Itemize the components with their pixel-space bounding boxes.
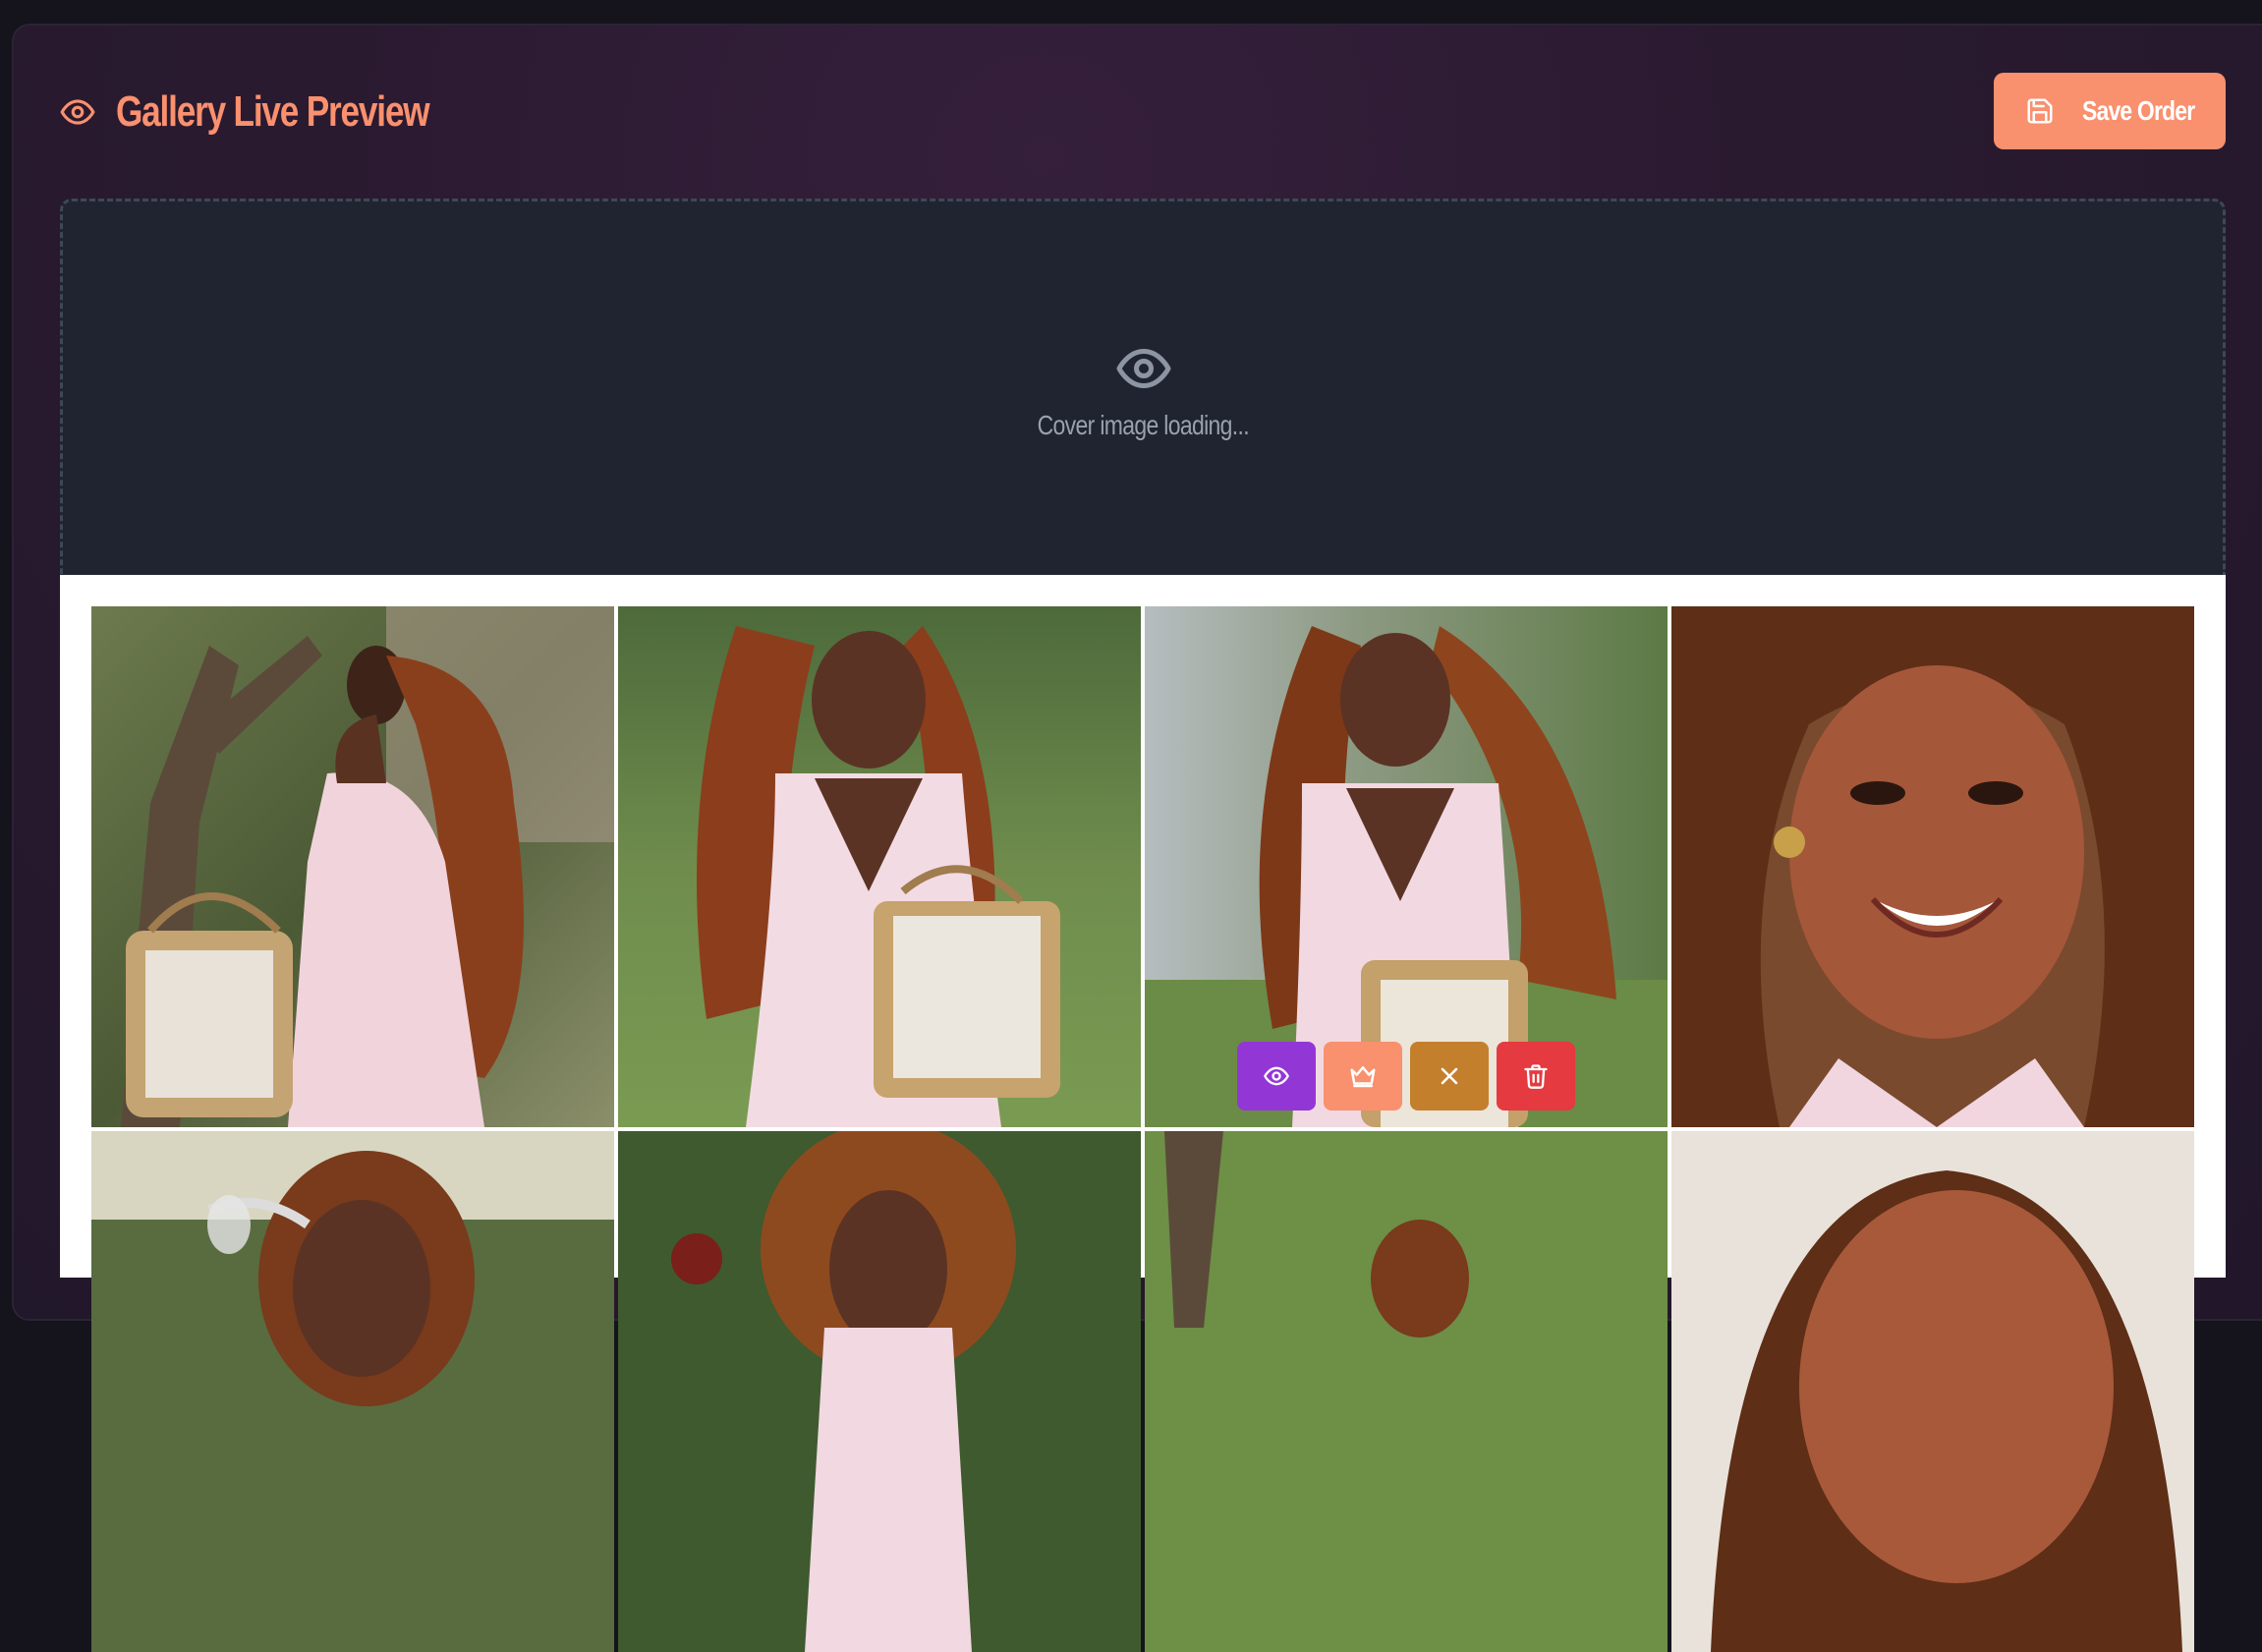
eye-icon bbox=[59, 92, 98, 132]
panel-header: Gallery Live Preview bbox=[59, 73, 507, 151]
crown-icon bbox=[1348, 1061, 1378, 1091]
photo-hover-actions bbox=[1237, 1042, 1575, 1111]
eye-icon bbox=[1263, 1062, 1290, 1090]
gallery-photo[interactable] bbox=[1145, 1131, 1668, 1652]
save-order-button[interactable]: Save Order bbox=[1994, 73, 2226, 149]
save-icon bbox=[2025, 96, 2055, 126]
photo-image bbox=[618, 1131, 1141, 1652]
set-cover-button[interactable] bbox=[1324, 1042, 1402, 1111]
cover-image-placeholder[interactable]: Cover image loading... bbox=[60, 199, 2226, 575]
page-title: Gallery Live Preview bbox=[116, 87, 430, 136]
gallery-photo[interactable] bbox=[1671, 1131, 2194, 1652]
photo-image bbox=[1671, 606, 2194, 1127]
gallery-photo[interactable] bbox=[1671, 606, 2194, 1127]
photo-image bbox=[618, 606, 1141, 1127]
gallery-photo[interactable] bbox=[91, 1131, 614, 1652]
remove-photo-button[interactable] bbox=[1410, 1042, 1489, 1111]
gallery-grid bbox=[91, 606, 2194, 1652]
photo-image bbox=[91, 606, 614, 1127]
gallery-photo[interactable] bbox=[1145, 606, 1668, 1127]
trash-icon bbox=[1522, 1062, 1550, 1090]
save-order-label: Save Order bbox=[2082, 95, 2195, 126]
eye-icon bbox=[1114, 339, 1173, 398]
cover-status-text: Cover image loading... bbox=[1037, 410, 1249, 440]
view-photo-button[interactable] bbox=[1237, 1042, 1316, 1111]
gallery-photo[interactable] bbox=[618, 606, 1141, 1127]
gallery-photo[interactable] bbox=[618, 1131, 1141, 1652]
photo-image bbox=[1671, 1131, 2194, 1652]
close-icon bbox=[1436, 1062, 1463, 1090]
delete-photo-button[interactable] bbox=[1497, 1042, 1575, 1111]
gallery-photo[interactable] bbox=[91, 606, 614, 1127]
photo-image bbox=[1145, 1131, 1668, 1652]
photo-image bbox=[91, 1131, 614, 1652]
gallery-grid-container bbox=[60, 575, 2226, 1652]
